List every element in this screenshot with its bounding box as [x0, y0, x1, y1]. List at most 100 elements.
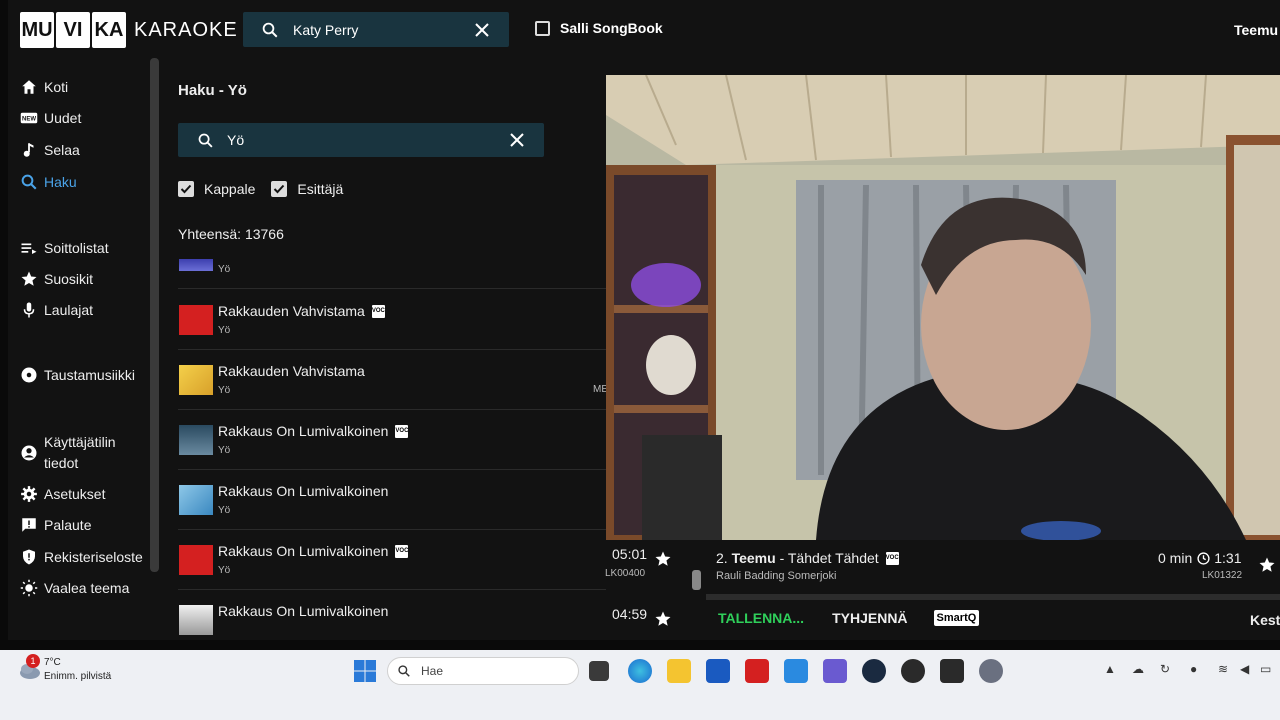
sidebar-item-rekisteriseloste[interactable]: Rekisteriseloste	[20, 548, 143, 566]
refresh-icon[interactable]: ↻	[1160, 662, 1170, 676]
settings-gear-icon[interactable]	[979, 659, 1003, 683]
results-search-input[interactable]: Yö	[227, 132, 510, 148]
table-row[interactable]: Rakkaus On Lumivalkoinen VOC Yö	[178, 410, 606, 470]
sidebar-item-suosikit[interactable]: Suosikit	[20, 270, 93, 288]
checkbox-checked-icon[interactable]	[271, 181, 288, 197]
song-code: LK00400	[605, 568, 646, 579]
webcam-video	[606, 75, 1280, 540]
task-view-icon[interactable]	[589, 661, 609, 681]
epic-games-icon[interactable]	[940, 659, 964, 683]
voc-icon: VOC	[395, 424, 408, 438]
shield-icon	[20, 548, 38, 566]
battery-icon[interactable]: ▭	[1260, 662, 1271, 676]
voc-icon: VOC	[371, 304, 385, 318]
table-row[interactable]: Rakkaus On Lumivalkoinen 04:59	[178, 590, 671, 640]
global-search-bar[interactable]: Katy Perry	[243, 12, 509, 47]
cloud-sync-icon[interactable]: ☁	[1132, 662, 1144, 676]
wifi-icon[interactable]: ≋	[1218, 662, 1228, 676]
sidebar-item-soittolistat[interactable]: Soittolistat	[20, 239, 109, 257]
webcam-frame	[606, 75, 1280, 540]
obs-icon[interactable]	[901, 659, 925, 683]
wait-time: 0 min	[1158, 550, 1193, 566]
filter-esittaja-label[interactable]: Esittäjä	[297, 181, 343, 197]
song-artist: Yö	[218, 264, 231, 275]
table-row[interactable]: Rakkauden Vahvistama VOC Yö	[178, 290, 606, 350]
windows-start-icon[interactable]	[353, 659, 377, 683]
edge-icon[interactable]	[628, 659, 652, 683]
microphone-icon[interactable]: ●	[1190, 662, 1197, 676]
close-icon[interactable]	[510, 133, 524, 147]
favorite-star-icon[interactable]	[1258, 556, 1276, 574]
table-row[interactable]: Rakkaus On Lumivalkoinen VOC Yö 05:01 LK0…	[178, 530, 671, 590]
smartq-button[interactable]: SmartQ	[933, 610, 980, 626]
sidebar-item-palaute[interactable]: Palaute	[20, 516, 91, 534]
global-search-input[interactable]: Katy Perry	[293, 22, 475, 38]
song-artist: Yö	[218, 385, 231, 396]
queue-actions: TALLENNA... TYHJENNÄ SmartQ	[718, 610, 980, 626]
song-thumbnail	[179, 365, 213, 395]
playback-progress[interactable]	[706, 594, 1280, 600]
list-item[interactable]: Yö F	[178, 249, 616, 289]
song-title: Rakkauden Vahvistama	[218, 363, 365, 379]
clear-button[interactable]: TYHJENNÄ	[832, 610, 907, 626]
sidebar-item-vaalea-teema[interactable]: Vaalea teema	[20, 579, 129, 597]
taskbar-search[interactable]: Hae	[387, 657, 579, 685]
home-icon	[20, 78, 38, 96]
results-scrollbar[interactable]	[692, 570, 701, 590]
sidebar-scrollbar[interactable]	[150, 58, 159, 572]
mic-icon	[20, 301, 38, 319]
logo-box: VI	[56, 12, 90, 48]
chevron-up-icon[interactable]: ▲	[1104, 662, 1116, 676]
filter-kappale-label[interactable]: Kappale	[204, 181, 255, 197]
sidebar-item-uudet[interactable]: NEW Uudet	[20, 109, 81, 127]
sidebar-item-taustamusiikki[interactable]: Taustamusiikki	[20, 366, 135, 384]
store-icon[interactable]	[706, 659, 730, 683]
sidebar-item-label: Rekisteriseloste	[44, 549, 143, 565]
weather-condition: Enimm. pilvistä	[44, 671, 112, 682]
clock-icon	[1197, 551, 1210, 565]
sidebar-item-label: Suosikit	[44, 271, 94, 287]
songbook-toggle[interactable]: Salli SongBook	[535, 20, 663, 36]
star-icon	[20, 270, 38, 288]
logo-box: KA	[92, 12, 126, 48]
song-duration: 04:59	[612, 606, 648, 622]
sidebar-item-koti[interactable]: Koti	[20, 78, 68, 96]
sidebar-item-laulajat[interactable]: Laulajat	[20, 301, 93, 319]
close-icon[interactable]	[475, 22, 489, 37]
steam-icon[interactable]	[862, 659, 886, 683]
now-playing-title[interactable]: 2. Teemu - Tähdet Tähdet VOC	[716, 550, 899, 566]
favorite-star-icon[interactable]	[654, 610, 672, 628]
muvika-logo[interactable]: MU VI KA KARAOKE	[20, 12, 238, 48]
song-duration: 05:01	[612, 546, 648, 562]
favorite-star-icon[interactable]	[654, 550, 672, 568]
sidebar-item-label: Käyttäjätilin	[44, 434, 116, 450]
sidebar-item-kayttajatili[interactable]: Käyttäjätilin tiedot	[20, 432, 116, 474]
song-title: Rakkauden Vahvistama	[218, 303, 365, 319]
mail-icon[interactable]	[784, 659, 808, 683]
top-bar: MU VI KA KARAOKE Katy Perry Salli SongBo…	[8, 0, 1280, 58]
sidebar-item-selaa[interactable]: Selaa	[20, 141, 80, 159]
feedback-icon	[20, 516, 38, 534]
voc-icon: VOC	[395, 544, 408, 558]
music-note-icon	[20, 141, 38, 159]
file-explorer-icon[interactable]	[667, 659, 691, 683]
volume-icon[interactable]: ◀	[1240, 662, 1249, 676]
song-artist: Yö	[218, 445, 231, 456]
app-l-icon[interactable]	[745, 659, 769, 683]
checkbox-checked-icon[interactable]	[178, 181, 194, 197]
song-artist: Yö	[218, 565, 231, 576]
sidebar-item-label: Soittolistat	[44, 240, 109, 256]
checkbox-icon[interactable]	[535, 20, 550, 36]
results-search-bar[interactable]: Yö	[178, 123, 544, 157]
song-artist: Rauli Badding Somerjoki	[716, 570, 837, 582]
teams-icon[interactable]	[823, 659, 847, 683]
table-row[interactable]: Rakkaus On Lumivalkoinen Yö F	[178, 470, 616, 530]
table-row[interactable]: Rakkauden Vahvistama Yö MEL	[178, 350, 614, 410]
sidebar-item-asetukset[interactable]: Asetukset	[20, 485, 105, 503]
save-button[interactable]: TALLENNA...	[718, 610, 804, 626]
sidebar-item-haku[interactable]: Haku	[20, 173, 77, 191]
weather-widget[interactable]: 1 7°C Enimm. pilvistä	[16, 654, 112, 684]
search-icon	[20, 173, 38, 191]
sidebar-item-label: Palaute	[44, 517, 92, 533]
user-name[interactable]: Teemu	[1234, 22, 1278, 38]
